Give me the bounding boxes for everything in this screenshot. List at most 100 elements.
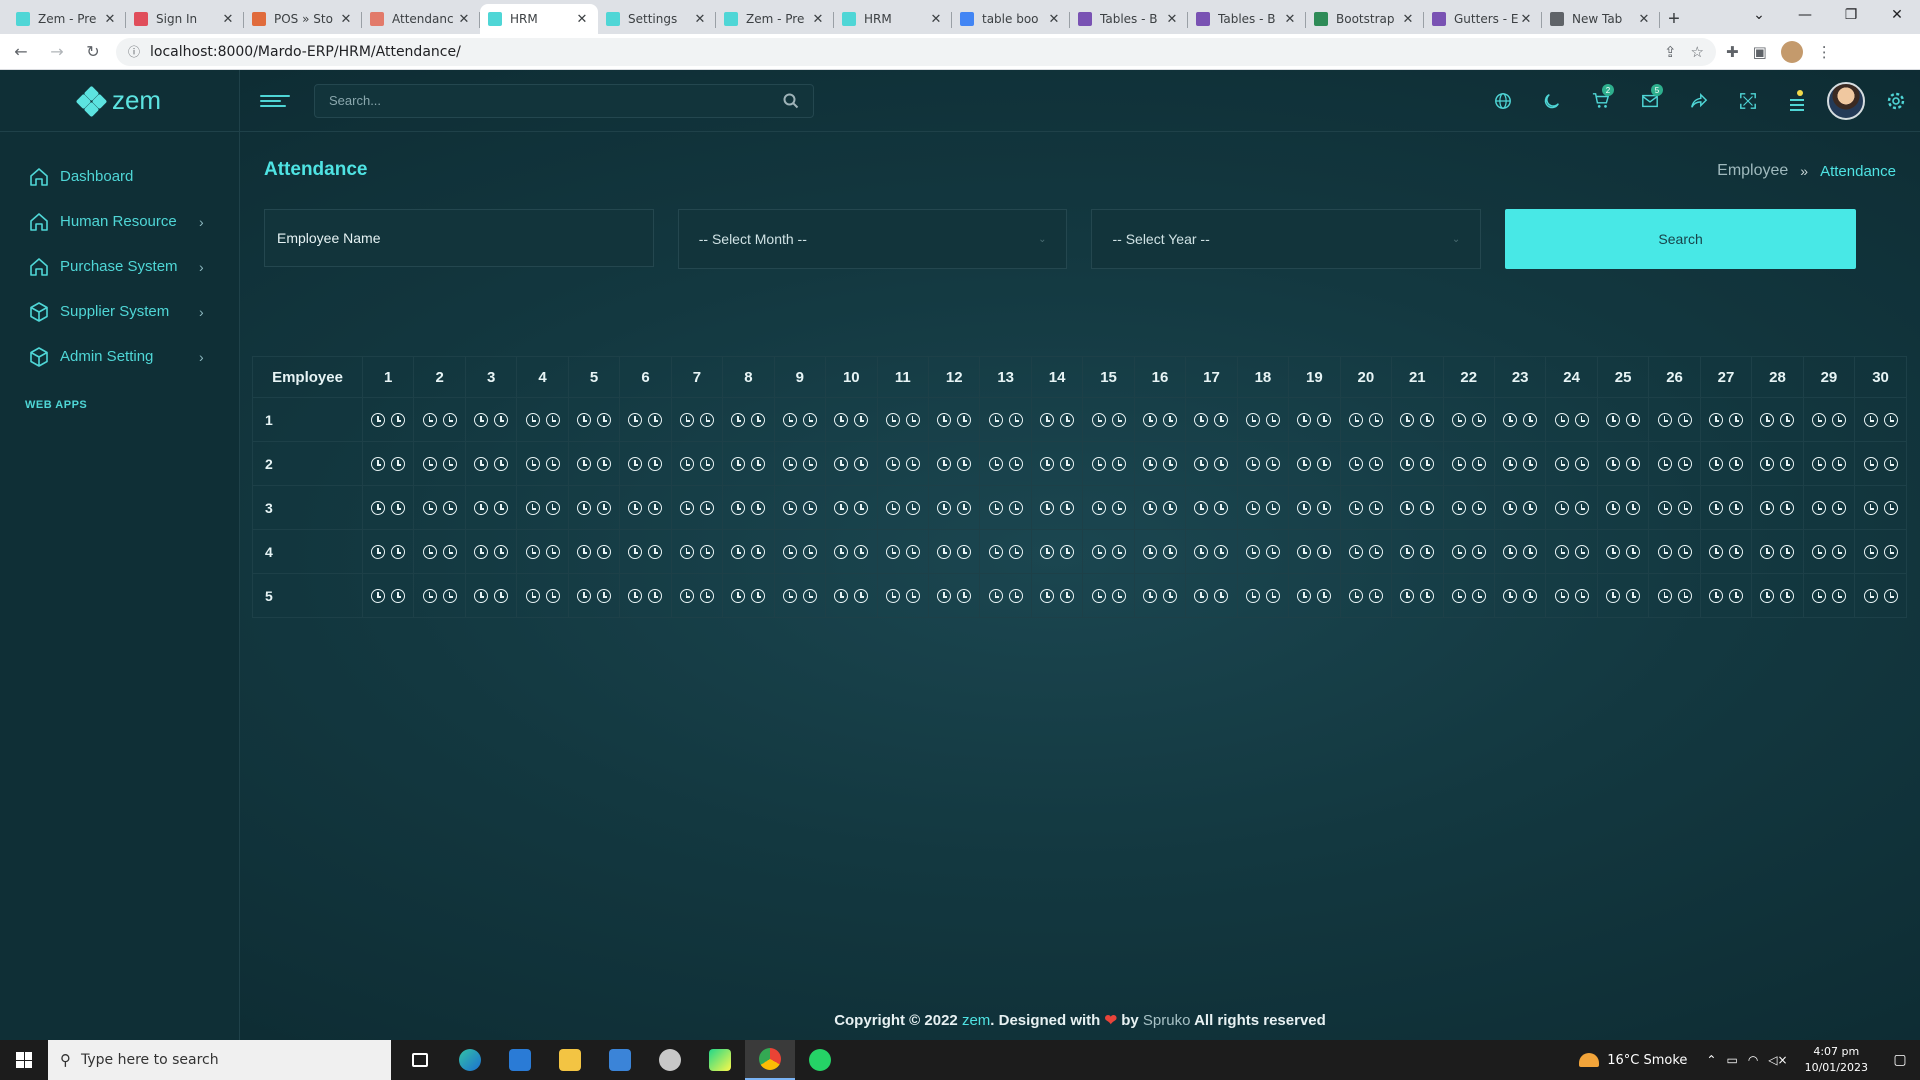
weather-widget[interactable]: 16°C Smoke <box>1579 1053 1687 1068</box>
clock-in-icon[interactable] <box>1297 501 1312 516</box>
browser-tab[interactable]: Tables - B ✕ <box>1070 4 1188 34</box>
cart-icon[interactable]: 2 <box>1576 70 1625 132</box>
clock-out-icon[interactable] <box>1060 413 1075 428</box>
clock-in-icon[interactable] <box>885 457 900 472</box>
clock-out-icon[interactable] <box>1677 457 1692 472</box>
clock-in-icon[interactable] <box>1091 589 1106 604</box>
clock-out-icon[interactable] <box>494 589 509 604</box>
clock-out-icon[interactable] <box>1523 501 1538 516</box>
clock-out-icon[interactable] <box>1831 545 1846 560</box>
clock-out-icon[interactable] <box>494 501 509 516</box>
menu-toggle-icon[interactable] <box>260 92 290 110</box>
browser-tab[interactable]: Settings ✕ <box>598 4 716 34</box>
clock-in-icon[interactable] <box>1091 457 1106 472</box>
clock-in-icon[interactable] <box>422 413 437 428</box>
clock-in-icon[interactable] <box>1091 545 1106 560</box>
clock-out-icon[interactable] <box>648 413 663 428</box>
clock-in-icon[interactable] <box>1348 457 1363 472</box>
clock-out-icon[interactable] <box>1317 589 1332 604</box>
browser-tab[interactable]: HRM ✕ <box>480 4 598 34</box>
clock-in-icon[interactable] <box>525 501 540 516</box>
clock-in-icon[interactable] <box>782 545 797 560</box>
whatsapp-icon[interactable] <box>795 1040 845 1080</box>
clock-in-icon[interactable] <box>1400 589 1415 604</box>
clock-out-icon[interactable] <box>751 413 766 428</box>
clock-in-icon[interactable] <box>1760 457 1775 472</box>
clock-in-icon[interactable] <box>1760 501 1775 516</box>
clock-out-icon[interactable] <box>1883 501 1898 516</box>
forward-button[interactable]: → <box>42 37 72 67</box>
clock-out-icon[interactable] <box>1163 413 1178 428</box>
clock-in-icon[interactable] <box>1760 545 1775 560</box>
clock-in-icon[interactable] <box>422 545 437 560</box>
clock-in-icon[interactable] <box>937 589 952 604</box>
clock-in-icon[interactable] <box>474 589 489 604</box>
clock-in-icon[interactable] <box>834 457 849 472</box>
clock-out-icon[interactable] <box>1471 545 1486 560</box>
clock-in-icon[interactable] <box>474 457 489 472</box>
clock-out-icon[interactable] <box>1111 413 1126 428</box>
clock-in-icon[interactable] <box>1606 545 1621 560</box>
clock-out-icon[interactable] <box>442 545 457 560</box>
browser-tab[interactable]: Bootstrap ✕ <box>1306 4 1424 34</box>
clock-in-icon[interactable] <box>371 589 386 604</box>
clock-in-icon[interactable] <box>1451 457 1466 472</box>
clock-out-icon[interactable] <box>1729 589 1743 604</box>
user-avatar[interactable] <box>1827 82 1865 120</box>
sidebar-item-human-resource[interactable]: Human Resource › <box>0 199 239 244</box>
minimize-button[interactable]: — <box>1782 0 1828 30</box>
clock-out-icon[interactable] <box>699 589 714 604</box>
clock-in-icon[interactable] <box>1503 413 1518 428</box>
clock-out-icon[interactable] <box>597 413 612 428</box>
clock-out-icon[interactable] <box>1883 545 1898 560</box>
fullscreen-icon[interactable] <box>1723 70 1772 132</box>
restore-button[interactable]: ❐ <box>1828 0 1874 30</box>
clock-out-icon[interactable] <box>802 413 817 428</box>
paint-app-icon[interactable] <box>645 1040 695 1080</box>
clock-in-icon[interactable] <box>628 413 643 428</box>
clock-out-icon[interactable] <box>1111 457 1126 472</box>
edge-browser-icon[interactable] <box>445 1040 495 1080</box>
tab-close-icon[interactable]: ✕ <box>1046 12 1062 27</box>
clock-in-icon[interactable] <box>1348 413 1363 428</box>
clock-in-icon[interactable] <box>885 589 900 604</box>
clock-out-icon[interactable] <box>442 457 457 472</box>
clock-in-icon[interactable] <box>1194 413 1209 428</box>
clock-out-icon[interactable] <box>1523 545 1538 560</box>
clock-out-icon[interactable] <box>1368 413 1383 428</box>
clock-in-icon[interactable] <box>988 413 1003 428</box>
clock-out-icon[interactable] <box>699 413 714 428</box>
clock-in-icon[interactable] <box>577 413 592 428</box>
clock-in-icon[interactable] <box>1709 589 1723 604</box>
clock-in-icon[interactable] <box>371 457 386 472</box>
clock-in-icon[interactable] <box>1863 457 1878 472</box>
browser-tab[interactable]: Attendanc ✕ <box>362 4 480 34</box>
network-icon[interactable]: ◠ <box>1748 1053 1758 1067</box>
clock-out-icon[interactable] <box>1317 413 1332 428</box>
clock-in-icon[interactable] <box>1863 413 1878 428</box>
clock-out-icon[interactable] <box>751 457 766 472</box>
clock-in-icon[interactable] <box>1503 501 1518 516</box>
clock-in-icon[interactable] <box>1863 501 1878 516</box>
share-forward-icon[interactable] <box>1674 70 1723 132</box>
tab-close-icon[interactable]: ✕ <box>928 12 944 27</box>
notifications-list-icon[interactable] <box>1772 70 1821 132</box>
clock-out-icon[interactable] <box>1729 545 1743 560</box>
clock-in-icon[interactable] <box>1143 457 1158 472</box>
clock-in-icon[interactable] <box>422 589 437 604</box>
tab-close-icon[interactable]: ✕ <box>338 12 354 27</box>
bookmark-star-icon[interactable]: ☆ <box>1691 43 1704 61</box>
clock-in-icon[interactable] <box>937 413 952 428</box>
clock-out-icon[interactable] <box>1008 589 1023 604</box>
clock-out-icon[interactable] <box>699 545 714 560</box>
clock-out-icon[interactable] <box>854 545 869 560</box>
clock-out-icon[interactable] <box>1420 413 1435 428</box>
clock-out-icon[interactable] <box>1729 457 1743 472</box>
clock-in-icon[interactable] <box>1297 545 1312 560</box>
clock-in-icon[interactable] <box>1657 589 1672 604</box>
clock-out-icon[interactable] <box>1420 589 1435 604</box>
clock-out-icon[interactable] <box>1729 501 1743 516</box>
clock-out-icon[interactable] <box>1214 589 1229 604</box>
clock-in-icon[interactable] <box>1040 545 1055 560</box>
clock-out-icon[interactable] <box>1471 589 1486 604</box>
